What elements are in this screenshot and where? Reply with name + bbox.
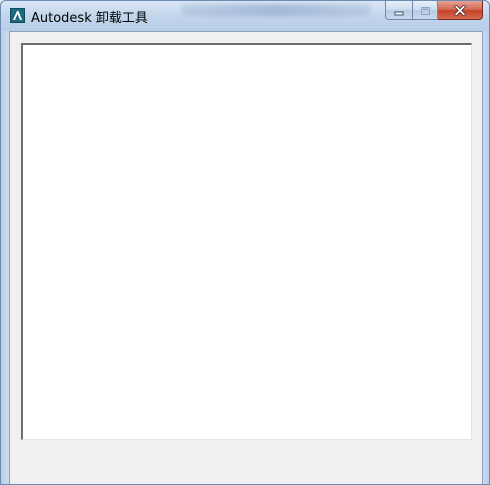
window-frame-left bbox=[1, 31, 9, 484]
minimize-button[interactable] bbox=[385, 1, 412, 20]
maximize-icon bbox=[420, 1, 431, 20]
app-window: Autodesk 卸载工具 bbox=[0, 0, 490, 485]
title-bar[interactable]: Autodesk 卸载工具 bbox=[1, 1, 489, 30]
client-area bbox=[9, 31, 483, 484]
minimize-icon bbox=[394, 1, 405, 20]
uninstall-list[interactable] bbox=[21, 43, 472, 440]
close-icon bbox=[454, 1, 466, 20]
window-controls bbox=[385, 1, 483, 21]
close-button[interactable] bbox=[438, 1, 483, 20]
window-title: Autodesk 卸载工具 bbox=[31, 11, 148, 26]
background-blur bbox=[181, 4, 371, 16]
autodesk-a-icon[interactable] bbox=[10, 8, 25, 23]
maximize-button[interactable] bbox=[412, 1, 438, 20]
